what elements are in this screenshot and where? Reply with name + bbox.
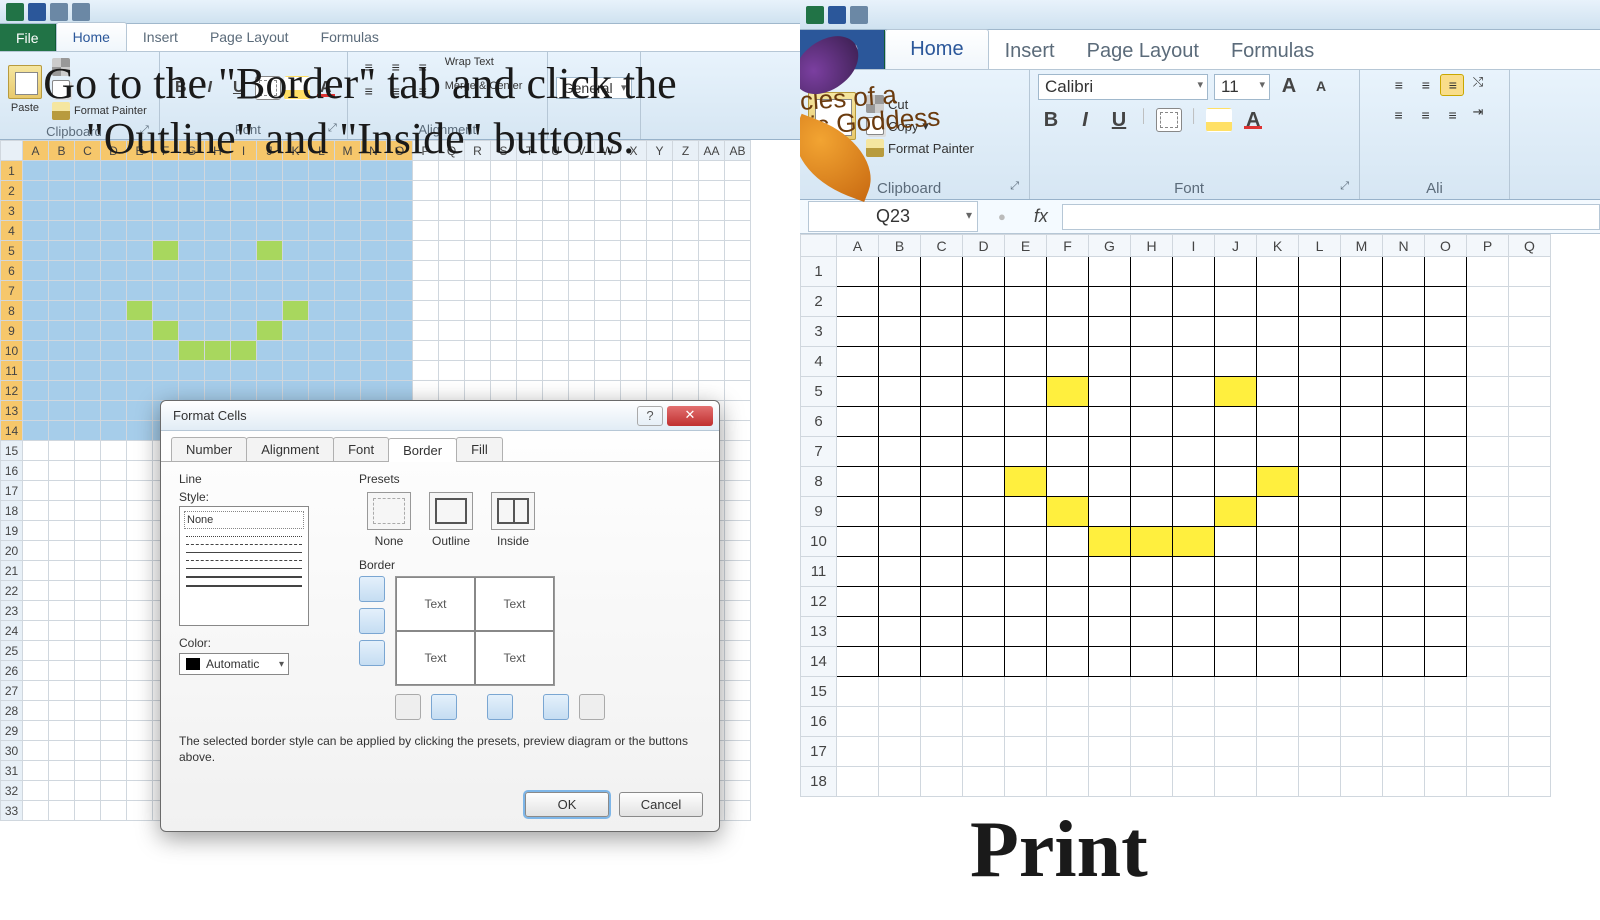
bold-button[interactable]: B: [1038, 108, 1064, 132]
watermark-logo: Articles of a Domestic Goddess: [800, 33, 945, 201]
line-style-none[interactable]: None: [184, 511, 304, 529]
border-vmid-button[interactable]: [487, 694, 513, 720]
quick-access-toolbar: [0, 0, 800, 24]
tab-home[interactable]: Home: [56, 22, 127, 51]
preset-inside[interactable]: Inside: [491, 492, 535, 548]
style-label: Style:: [179, 490, 329, 504]
font-size-dropdown[interactable]: 11: [1214, 74, 1270, 100]
align-center-icon[interactable]: [1413, 104, 1437, 126]
presets-label: Presets: [359, 472, 701, 486]
grow-font-button[interactable]: A: [1276, 74, 1302, 98]
worksheet-right[interactable]: ABCDEFGHIJKLMNOPQ12345678910111213141516…: [800, 234, 1600, 797]
cancel-entry-icon[interactable]: ●: [998, 209, 1006, 224]
file-tab[interactable]: File: [0, 24, 56, 51]
dlg-tab-number[interactable]: Number: [171, 437, 247, 461]
tab-insert[interactable]: Insert: [127, 23, 194, 51]
font-color-button[interactable]: A: [1240, 108, 1266, 132]
border-diag2-button[interactable]: [579, 694, 605, 720]
instruction-caption: Go to the "Border" tab and click the "Ou…: [40, 56, 680, 166]
tab-page-layout[interactable]: Page Layout: [194, 23, 305, 51]
border-hmid-button[interactable]: [359, 608, 385, 634]
formula-input[interactable]: [1062, 204, 1600, 230]
dialog-title: Format Cells: [173, 408, 637, 423]
dialog-note: The selected border style can be applied…: [179, 734, 701, 765]
tab-formulas[interactable]: Formulas: [1215, 34, 1330, 69]
alignment-title: Ali: [1426, 180, 1443, 197]
paste-icon[interactable]: [8, 65, 42, 99]
font-title: Font: [1174, 180, 1204, 197]
undo-icon[interactable]: [850, 6, 868, 24]
undo-icon[interactable]: [50, 3, 68, 21]
align-middle-icon[interactable]: [1413, 74, 1437, 96]
border-preview[interactable]: TextText TextText: [395, 576, 555, 686]
border-right-button[interactable]: [543, 694, 569, 720]
orientation-icon[interactable]: ⤭: [1473, 74, 1483, 96]
italic-button[interactable]: I: [1072, 108, 1098, 132]
close-button[interactable]: ✕: [667, 406, 713, 426]
tab-formulas[interactable]: Formulas: [305, 23, 395, 51]
align-left-icon[interactable]: [1386, 104, 1410, 126]
tab-insert[interactable]: Insert: [989, 34, 1071, 69]
group-font: Calibri 11 A A B I U │ │ A Font⤢: [1030, 70, 1360, 199]
dlg-tab-font[interactable]: Font: [333, 437, 389, 461]
dialog-launcher-icon[interactable]: ⤢: [1010, 180, 1019, 193]
formula-bar: Q23 ●: [800, 200, 1600, 234]
ok-button[interactable]: OK: [525, 792, 609, 817]
redo-icon[interactable]: [72, 3, 90, 21]
preset-outline[interactable]: Outline: [429, 492, 473, 548]
indent-icon[interactable]: ⇥: [1473, 104, 1484, 126]
border-left-button[interactable]: [431, 694, 457, 720]
tab-page-layout[interactable]: Page Layout: [1071, 34, 1215, 69]
border-color-dropdown[interactable]: Automatic: [179, 653, 289, 675]
align-bottom-icon[interactable]: [1440, 74, 1464, 96]
right-pane: File Home Insert Page Layout Formulas Pa…: [800, 0, 1600, 920]
print-caption: Print: [970, 800, 1148, 900]
cancel-button[interactable]: Cancel: [619, 792, 703, 817]
format-cells-dialog: Format Cells ? ✕ Number Alignment Font B…: [160, 400, 720, 832]
name-box[interactable]: Q23: [808, 201, 978, 232]
excel-icon: [6, 3, 24, 21]
line-style-picker[interactable]: None: [179, 506, 309, 626]
color-label: Color:: [179, 636, 329, 650]
excel-icon: [806, 6, 824, 24]
dlg-tab-alignment[interactable]: Alignment: [246, 437, 334, 461]
dlg-tab-fill[interactable]: Fill: [456, 437, 503, 461]
border-label: Border: [359, 558, 701, 572]
dlg-tab-border[interactable]: Border: [388, 438, 457, 462]
underline-button[interactable]: U: [1106, 108, 1132, 132]
preset-none[interactable]: None: [367, 492, 411, 548]
left-pane: File Home Insert Page Layout Formulas Pa…: [0, 0, 800, 920]
dialog-tabs: Number Alignment Font Border Fill: [161, 431, 719, 462]
save-icon[interactable]: [28, 3, 46, 21]
save-icon[interactable]: [828, 6, 846, 24]
line-label: Line: [179, 472, 329, 486]
dialog-launcher-icon[interactable]: ⤢: [1340, 180, 1349, 193]
quick-access-toolbar: [800, 0, 1600, 30]
ribbon-tabs: File Home Insert Page Layout Formulas: [0, 24, 800, 52]
paste-label: Paste: [8, 102, 42, 114]
help-button[interactable]: ?: [637, 406, 663, 426]
align-right-icon[interactable]: [1440, 104, 1464, 126]
border-bottom-button[interactable]: [359, 640, 385, 666]
align-top-icon[interactable]: [1386, 74, 1410, 96]
font-name-dropdown[interactable]: Calibri: [1038, 74, 1208, 100]
shrink-font-button[interactable]: A: [1308, 74, 1334, 98]
fill-color-button[interactable]: [1206, 108, 1232, 132]
fx-button[interactable]: [1024, 206, 1058, 227]
group-alignment: ⤭ ⇥ Ali: [1360, 70, 1510, 199]
border-diag1-button[interactable]: [395, 694, 421, 720]
border-top-button[interactable]: [359, 576, 385, 602]
borders-button[interactable]: [1156, 108, 1182, 132]
